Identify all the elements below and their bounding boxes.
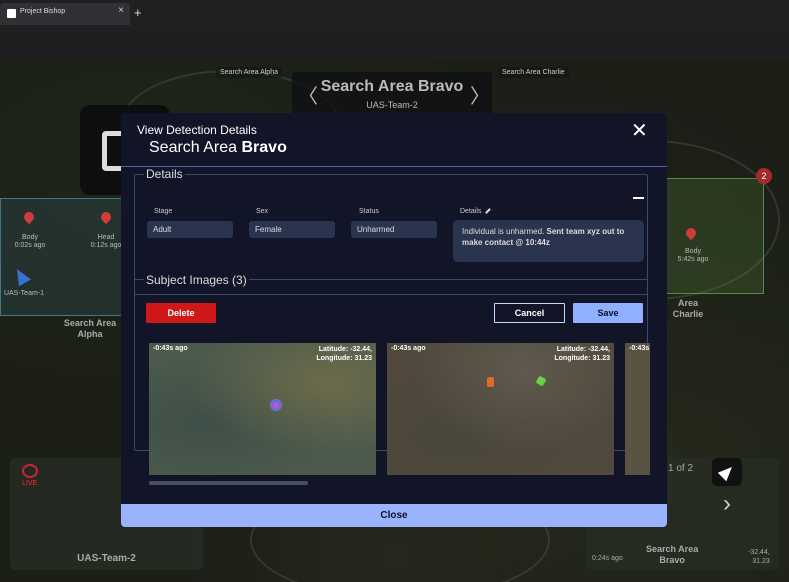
modal-title: View Detection Details [137, 123, 257, 137]
browser-tab-bar: Project Bishop × + [0, 0, 789, 28]
stage-field[interactable]: Adult [147, 221, 233, 238]
preview-area: Search Area Bravo [646, 544, 699, 565]
image-coords: Latitude: -32.44, Longitude: 31.23 [316, 346, 372, 362]
image-timestamp: -0:43s ago [391, 345, 426, 352]
subject-marker [270, 399, 282, 411]
close-icon[interactable]: ✕ [631, 121, 648, 141]
pencil-icon[interactable] [485, 208, 492, 214]
live-broadcast-icon [22, 464, 38, 478]
collapse-icon[interactable] [633, 197, 644, 199]
area-chip-charlie[interactable]: Search Area Charlie [498, 67, 569, 78]
subtitle-prefix: Search Area [149, 139, 242, 156]
cancel-button[interactable]: Cancel [494, 303, 565, 323]
new-tab-icon[interactable]: + [134, 5, 142, 20]
browser-tab[interactable]: Project Bishop × [0, 3, 130, 25]
sex-field[interactable]: Female [249, 221, 335, 238]
preview-timestamp: 0:24s ago [592, 555, 623, 562]
next-card-chevron-icon[interactable]: › [723, 490, 731, 518]
navigation-arrow-icon [717, 462, 737, 482]
chevron-right-icon[interactable]: 〉 [470, 80, 490, 109]
details-label: Details [460, 208, 492, 215]
area-label-charlie: Area Charlie [672, 298, 704, 319]
live-label: LIVE [22, 480, 38, 487]
area-switcher: 〈 Search Area Bravo UAS-Team-2 〉 [292, 72, 492, 114]
page-counter: 1 of 2 [668, 463, 694, 474]
status-field[interactable]: Unharmed [351, 221, 437, 238]
marker-label: Body 5:42s ago [677, 248, 709, 263]
sex-label: Sex [256, 208, 269, 215]
camera-feed-team: UAS-Team-2 [77, 553, 136, 564]
subject-image[interactable]: -0:43s [625, 343, 650, 475]
status-label: Status [359, 208, 379, 215]
image-coords: Latitude: -32.44, Longitude: 31.23 [554, 346, 610, 362]
stage-label: Stage [154, 208, 173, 215]
modal-subtitle: Search Area Bravo [149, 139, 287, 157]
uas-team-label: UAS-Team-1 [3, 290, 45, 297]
subject-images-carousel[interactable]: -0:43s ago Latitude: -32.44, Longitude: 3… [149, 343, 650, 475]
tab-title: Project Bishop [20, 8, 66, 15]
delete-button[interactable]: Delete [146, 303, 216, 323]
favicon-icon [7, 9, 16, 18]
carousel-scrollbar[interactable] [149, 481, 650, 485]
image-timestamp: -0:43s [629, 345, 650, 352]
area-switcher-title: Search Area Bravo [320, 78, 464, 95]
details-legend: Details [144, 167, 185, 181]
marker-label: Head 0:12s ago [90, 234, 122, 249]
subject-image[interactable]: -0:43s ago Latitude: -32.44, Longitude: 3… [149, 343, 376, 475]
subject-marker [487, 377, 494, 387]
subtitle-area: Bravo [241, 139, 287, 156]
image-timestamp: -0:43s ago [153, 345, 188, 352]
detection-details-modal: View Detection Details Search Area Bravo… [121, 113, 667, 527]
navigate-button[interactable] [712, 458, 742, 486]
subject-images-title: Subject Images (3) [144, 273, 249, 287]
subject-marker [535, 375, 547, 387]
browser-toolbar [0, 28, 789, 60]
marker-label: Body 0:02s ago [14, 234, 46, 249]
area-chip-alpha[interactable]: Search Area Alpha [216, 67, 282, 78]
modal-header: View Detection Details Search Area Bravo… [121, 113, 667, 167]
save-button[interactable]: Save [573, 303, 643, 323]
details-notes-field[interactable]: Individual is unharmed. Sent team xyz ou… [453, 220, 644, 262]
preview-coords: -32.44, 31.23 [748, 549, 770, 565]
detection-count-badge: 2 [756, 168, 772, 184]
close-button[interactable]: Close [121, 504, 667, 527]
scrollbar-thumb[interactable] [149, 481, 308, 485]
area-switcher-team: UAS-Team-2 [366, 100, 418, 110]
area-label-alpha: Search Area Alpha [63, 318, 117, 339]
subject-image[interactable]: -0:43s ago Latitude: -32.44, Longitude: 3… [387, 343, 614, 475]
subject-images-header: Subject Images (3) [134, 273, 648, 295]
tab-close-icon[interactable]: × [118, 5, 124, 16]
